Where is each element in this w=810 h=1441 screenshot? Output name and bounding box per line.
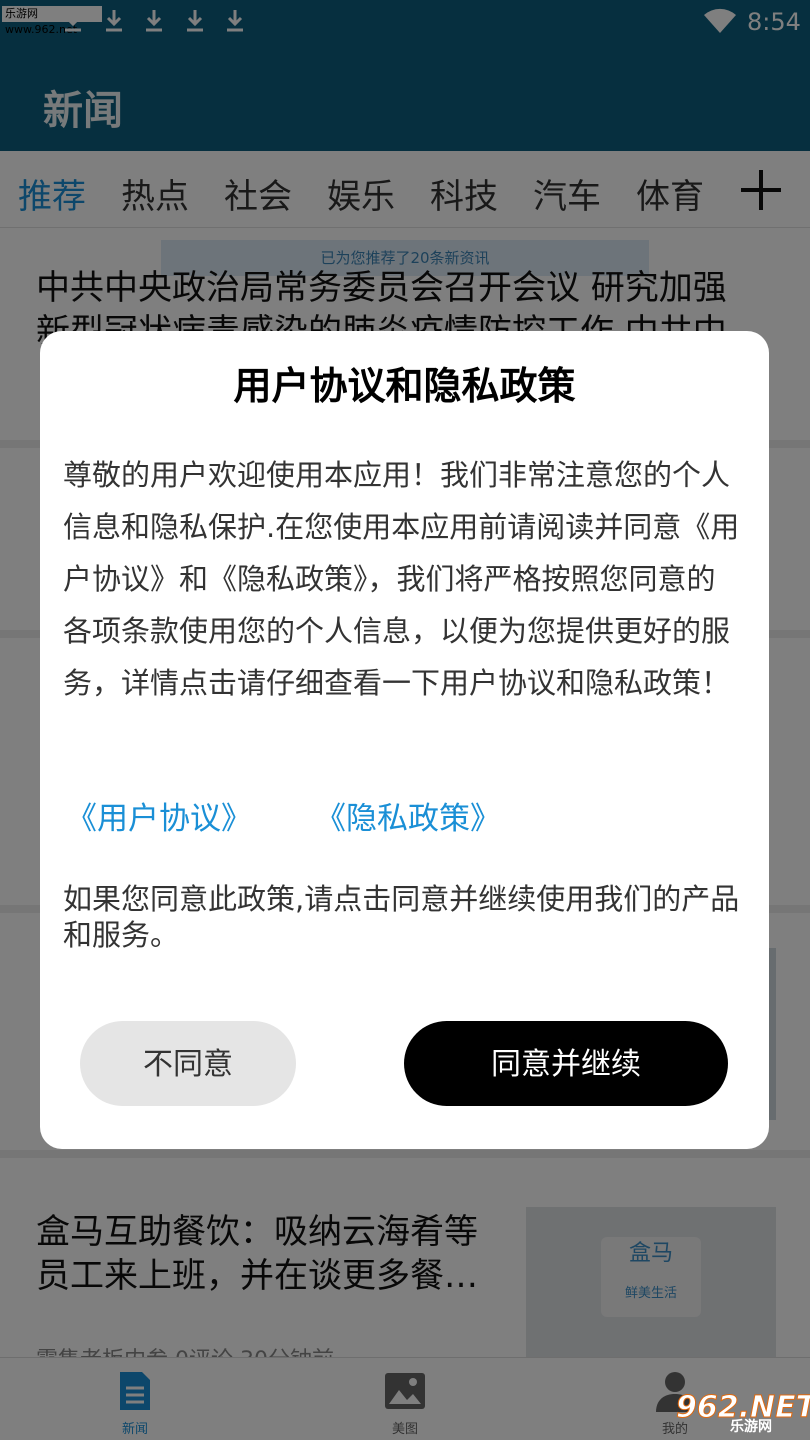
user-agreement-link[interactable]: 《用户协议》 [66,793,252,838]
disagree-button[interactable]: 不同意 [80,1021,296,1106]
privacy-dialog: 用户协议和隐私政策 尊敬的用户欢迎使用本应用！我们非常注意您的个人信息和隐私保护… [40,331,769,1149]
site-logo: 962.NET 乐游网 [675,1390,810,1436]
dialog-title: 用户协议和隐私政策 [233,364,576,408]
privacy-policy-link[interactable]: 《隐私政策》 [315,793,501,838]
agree-button[interactable]: 同意并继续 [404,1021,728,1106]
dialog-body: 尊敬的用户欢迎使用本应用！我们非常注意您的个人信息和隐私保护.在您使用本应用前请… [63,458,740,700]
dialog-footer: 如果您同意此政策,请点击同意并继续使用我们的产品和服务。 [63,882,740,952]
